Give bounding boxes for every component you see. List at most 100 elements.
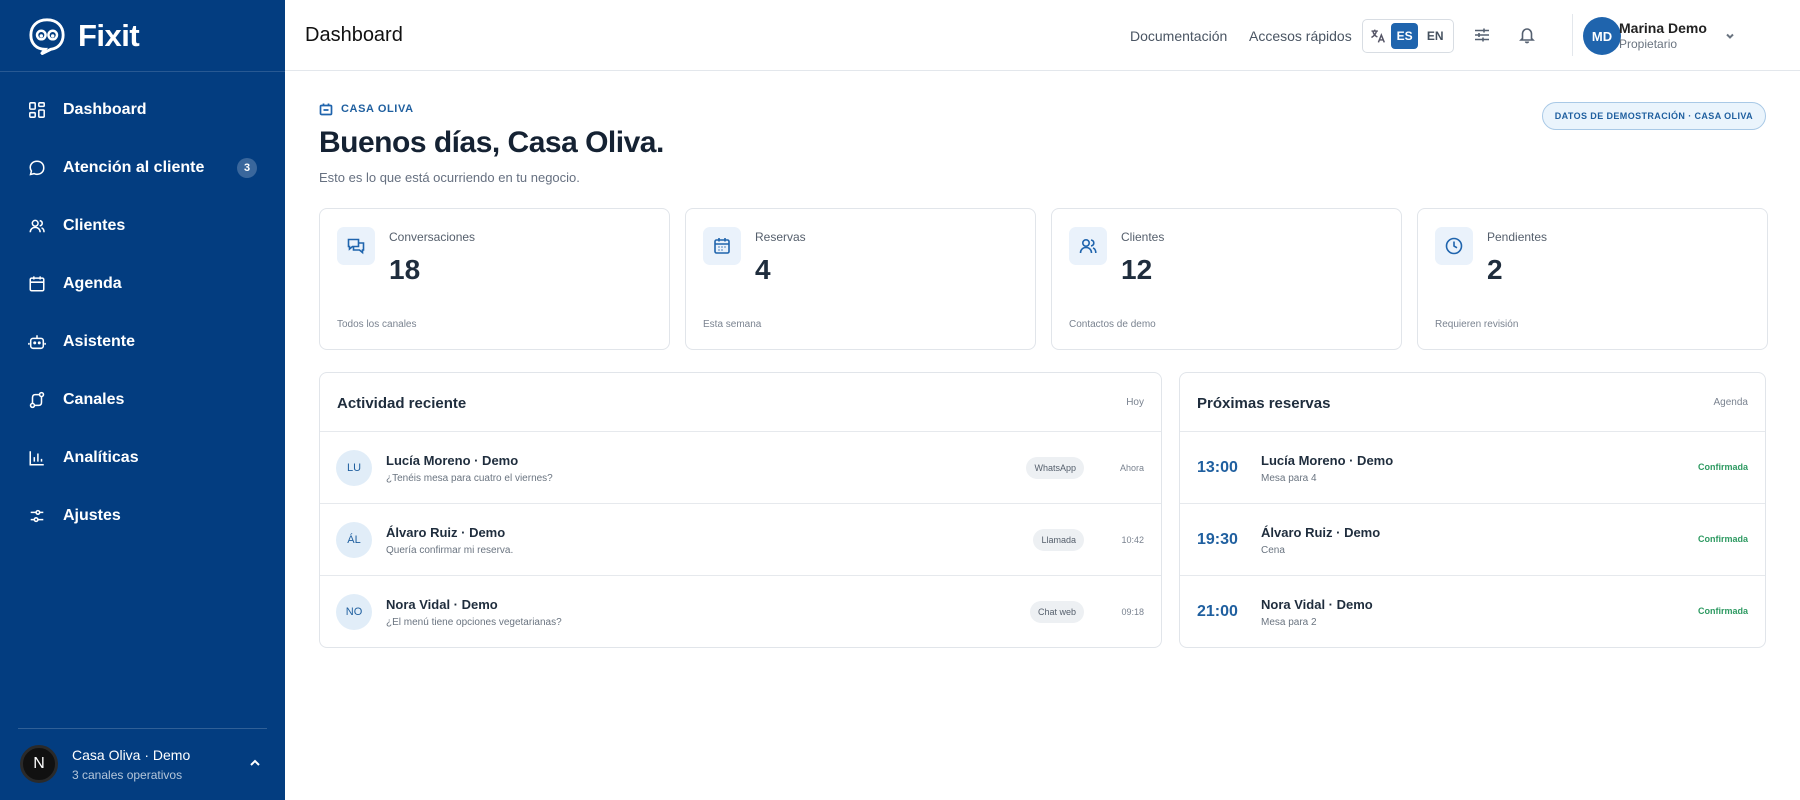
message-preview: ¿Tenéis mesa para cuatro el viernes? (386, 473, 553, 484)
booking-row[interactable]: 21:00 Nora Vidal · Demo Mesa para 2 Conf… (1180, 576, 1765, 647)
bot-icon (28, 335, 46, 350)
sidebar-item-clientes[interactable]: Clientes (0, 197, 285, 255)
sidebar-item-label: Clientes (63, 217, 126, 234)
contact-name: Álvaro Ruiz · Demo (386, 525, 506, 540)
booking-time: 21:00 (1197, 603, 1238, 620)
main-content: CASA OLIVA DATOS DE DEMOSTRACIÓN · CASA … (285, 71, 1800, 800)
bell-icon[interactable] (1518, 26, 1536, 44)
users-icon (1079, 238, 1097, 254)
stat-label: Reservas (755, 230, 806, 244)
sidebar-item-asistente[interactable]: Asistente (0, 313, 285, 371)
sidebar-item-analiticas[interactable]: Analíticas (0, 429, 285, 487)
sidebar-item-label: Ajustes (63, 507, 121, 524)
sidebar-item-dashboard[interactable]: Dashboard (0, 81, 285, 139)
workspace-name: Casa Oliva · Demo (72, 746, 191, 763)
stat-card-clients[interactable]: Clientes 12 Contactos de demo (1051, 208, 1402, 350)
business-label: CASA OLIVA (319, 102, 414, 116)
stat-footnote: Esta semana (703, 319, 762, 330)
sidebar-item-label: Dashboard (63, 101, 147, 118)
business-name: CASA OLIVA (341, 103, 414, 115)
recent-activity-panel: Actividad reciente Hoy LU Lucía Moreno ·… (319, 372, 1162, 648)
booking-detail: Cena (1261, 545, 1285, 556)
upcoming-bookings-panel: Próximas reservas Agenda 13:00 Lucía Mor… (1179, 372, 1766, 648)
quick-access-link[interactable]: Accesos rápidos (1249, 28, 1352, 44)
unread-count-badge: 3 (237, 158, 257, 178)
demo-data-badge: DATOS DE DEMOSTRACIÓN · CASA OLIVA (1541, 102, 1766, 130)
channel-badge: Llamada (1033, 529, 1084, 551)
stat-footnote: Requieren revisión (1435, 319, 1519, 330)
contact-name: Nora Vidal · Demo (386, 597, 498, 612)
booking-status: Confirmada (1697, 534, 1748, 544)
contact-avatar: NO (336, 594, 372, 630)
store-icon (319, 103, 333, 116)
stat-value: 12 (1121, 254, 1153, 285)
greeting-heading: Buenos días, Casa Oliva. (319, 126, 664, 159)
stat-value: 18 (389, 254, 421, 285)
chat-icon (347, 238, 365, 255)
booking-detail: Mesa para 4 (1261, 473, 1317, 484)
chat-bubble-icon (29, 160, 45, 176)
user-name[interactable]: Marina Demo (1619, 20, 1707, 36)
sidebar-footer-divider (18, 728, 267, 729)
language-es-button[interactable]: ES (1390, 23, 1419, 49)
channel-badge: WhatsApp (1026, 457, 1084, 479)
stat-label: Conversaciones (389, 230, 476, 244)
calendar-icon (714, 238, 730, 254)
logo-text: Fixit (78, 18, 140, 53)
activity-row[interactable]: LU Lucía Moreno · Demo ¿Tenéis mesa para… (320, 432, 1161, 504)
booking-detail: Mesa para 2 (1261, 617, 1317, 628)
chevron-up-icon (250, 759, 260, 766)
booking-row[interactable]: 13:00 Lucía Moreno · Demo Mesa para 4 Co… (1180, 432, 1765, 504)
stat-value: 4 (755, 254, 771, 285)
language-switcher: ES EN (1362, 19, 1454, 53)
logo[interactable]: Fixit (28, 16, 140, 56)
sidebar-item-agenda[interactable]: Agenda (0, 255, 285, 313)
panel-title: Actividad reciente (337, 395, 467, 412)
sidebar-item-label: Agenda (63, 275, 122, 292)
message-preview: Quería confirmar mi reserva. (386, 545, 514, 556)
stat-label: Pendientes (1487, 230, 1548, 244)
panel-meta: Agenda (1713, 397, 1748, 408)
stat-label: Clientes (1121, 230, 1165, 244)
user-role: Propietario (1619, 37, 1678, 51)
sidebar-nav: Dashboard Atención al cliente 3 Clientes… (0, 81, 285, 545)
panel-title: Próximas reservas (1197, 395, 1331, 412)
sliders-icon (30, 509, 44, 523)
booking-row[interactable]: 19:30 Álvaro Ruiz · Demo Cena Confirmada (1180, 504, 1765, 576)
page-title: Dashboard (305, 24, 403, 46)
grid-icon (29, 102, 45, 118)
contact-avatar: ÁL (336, 522, 372, 558)
header-divider (1572, 14, 1573, 56)
clock-icon (1445, 237, 1463, 255)
calendar-icon (29, 276, 45, 292)
activity-row[interactable]: NO Nora Vidal · Demo ¿El menú tiene opci… (320, 576, 1161, 647)
activity-time: 10:42 (1121, 535, 1144, 545)
fixit-logo-icon (29, 18, 65, 55)
stat-footnote: Todos los canales (337, 319, 417, 330)
contact-name: Lucía Moreno · Demo (386, 453, 519, 468)
workspace-switcher[interactable]: N Casa Oliva · Demo 3 canales operativos (20, 742, 268, 786)
greeting-subtitle: Esto es lo que está ocurriendo en tu neg… (319, 170, 580, 185)
sidebar-item-atencion[interactable]: Atención al cliente 3 (0, 139, 285, 197)
stat-card-conversations[interactable]: Conversaciones 18 Todos los canales (319, 208, 670, 350)
user-avatar[interactable]: MD (1583, 17, 1621, 55)
activity-time: 09:18 (1121, 607, 1144, 617)
sidebar-item-canales[interactable]: Canales (0, 371, 285, 429)
contact-avatar: LU (336, 450, 372, 486)
booking-time: 19:30 (1197, 531, 1238, 548)
message-preview: ¿El menú tiene opciones vegetarianas? (386, 617, 562, 628)
stat-value: 2 (1487, 254, 1503, 285)
top-header: Dashboard Documentación Accesos rápidos … (285, 0, 1800, 71)
chevron-down-icon[interactable] (1724, 30, 1736, 42)
booking-name: Álvaro Ruiz · Demo (1261, 525, 1381, 540)
stat-card-pending[interactable]: Pendientes 2 Requieren revisión (1417, 208, 1768, 350)
booking-status: Confirmada (1697, 606, 1748, 616)
stat-card-reservations[interactable]: Reservas 4 Esta semana (685, 208, 1036, 350)
sidebar-item-label: Canales (63, 391, 125, 408)
sidebar-item-ajustes[interactable]: Ajustes (0, 487, 285, 545)
settings-sliders-icon[interactable] (1473, 26, 1491, 44)
activity-row[interactable]: ÁL Álvaro Ruiz · Demo Quería confirmar m… (320, 504, 1161, 576)
language-en-button[interactable]: EN (1421, 23, 1449, 49)
translate-icon (1371, 29, 1385, 43)
documentation-link[interactable]: Documentación (1130, 28, 1227, 44)
